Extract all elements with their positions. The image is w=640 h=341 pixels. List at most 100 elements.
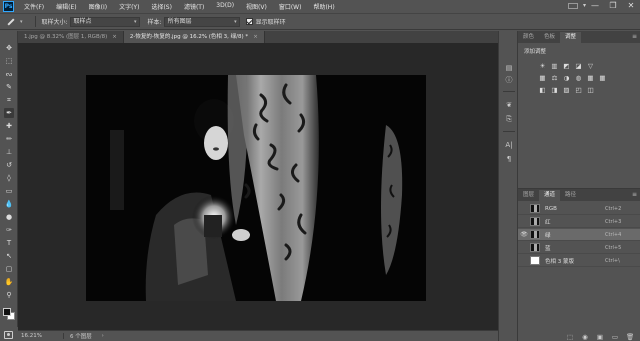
adjustment-icon[interactable]: ▦ — [586, 74, 595, 82]
visibility-eye-icon[interactable] — [518, 216, 530, 228]
eraser-icon[interactable]: ◊ — [4, 173, 14, 183]
gradient-icon[interactable]: ▭ — [4, 186, 14, 196]
document-image[interactable] — [86, 75, 426, 301]
right-panel-dock: 颜色 色板 调整 ≡ 添加调整 ☀ ▥ ◩ ◪ ▽ ▦ ⚖ ◑ ◍ ▦ ▦ ◧ ◨ ▨ ◰ ◫ 图层 通道 路径 ≡ ⬚ ◉… — [518, 31, 640, 341]
minimize-button[interactable]: — — [590, 1, 600, 11]
brush-preset-icon[interactable]: ❦ — [504, 101, 514, 110]
paragraph-icon[interactable]: ¶ — [504, 155, 514, 164]
adjustment-icon[interactable]: ▦ — [538, 74, 547, 82]
status-menu-arrow[interactable]: › — [102, 333, 104, 339]
zoom-icon[interactable]: ⚲ — [4, 290, 14, 300]
hand-icon[interactable]: ✋ — [4, 277, 14, 287]
channel-name: 绿 — [545, 232, 551, 239]
workspace-icon[interactable] — [568, 3, 578, 9]
move-icon[interactable]: ✥ — [4, 43, 14, 53]
adjustments-panel: 颜色 色板 调整 ≡ 添加调整 ☀ ▥ ◩ ◪ ▽ ▦ ⚖ ◑ ◍ ▦ ▦ ◧ ◨ ▨ ◰ ◫ — [518, 31, 640, 186]
panel-tab[interactable]: 图层 — [518, 190, 539, 201]
channel-row[interactable]: 色相 3 蒙版 Ctrl+\ — [518, 255, 640, 267]
character-icon[interactable]: A| — [504, 141, 514, 150]
save-selection-channel-icon[interactable]: ◉ — [581, 333, 589, 341]
eyedropper-preset-icon[interactable] — [4, 16, 18, 27]
delete-channel-icon[interactable]: 🗑 — [626, 333, 634, 341]
close-tab-icon[interactable]: × — [253, 31, 258, 43]
menu-item-4[interactable]: 选择(S) — [145, 2, 178, 11]
adjustment-icon[interactable]: ◑ — [562, 74, 571, 82]
load-channel-selection-icon[interactable]: ⬚ — [566, 333, 574, 341]
mask-icon[interactable]: ▭ — [611, 333, 619, 341]
sample-size-select[interactable]: 取样点 ▾ — [69, 16, 140, 27]
blur-icon[interactable]: 💧 — [4, 199, 14, 209]
adjustment-icon[interactable]: ◨ — [550, 86, 559, 94]
adjustment-icon[interactable]: ◫ — [586, 86, 595, 94]
menu-item-0[interactable]: 文件(F) — [18, 2, 50, 11]
canvas-area[interactable] — [18, 43, 498, 330]
panel-menu-icon[interactable]: ≡ — [632, 33, 637, 40]
close-button[interactable]: ✕ — [626, 1, 636, 11]
document-tab[interactable]: 1.jpg @ 8.32% (图层 1, RGB/8) × — [18, 31, 124, 43]
clone-stamp-icon[interactable]: ⊥ — [4, 147, 14, 157]
workspace-dropdown-arrow[interactable]: ▾ — [583, 2, 586, 9]
menu-item-9[interactable]: 帮助(H) — [307, 2, 340, 11]
new-channel-icon[interactable]: ▣ — [596, 333, 604, 341]
menu-item-7[interactable]: 视图(V) — [240, 2, 273, 11]
panel-tab[interactable]: 颜色 — [518, 32, 539, 43]
adjustment-icon[interactable]: ▽ — [586, 62, 595, 70]
quick-mask-icon[interactable] — [4, 331, 13, 339]
menu-item-5[interactable]: 滤镜(T) — [178, 2, 210, 11]
type-icon[interactable]: T — [4, 238, 14, 248]
channel-row[interactable]: 红 Ctrl+3 — [518, 216, 640, 228]
panel-tab[interactable]: 色板 — [539, 32, 560, 43]
history-brush-icon[interactable]: ↺ — [4, 160, 14, 170]
tool-preset-dropdown-icon[interactable]: ▾ — [20, 19, 23, 25]
sample-layers-select[interactable]: 所有图层 ▾ — [163, 16, 240, 27]
info-icon[interactable]: ⓘ — [504, 76, 514, 85]
visibility-eye-icon[interactable] — [518, 242, 530, 254]
visibility-eye-icon[interactable]: 👁 — [518, 229, 530, 241]
adjustment-icon[interactable]: ☀ — [538, 62, 547, 70]
path-select-icon[interactable]: ↖ — [4, 251, 14, 261]
menu-item-1[interactable]: 编辑(E) — [50, 2, 82, 11]
channel-row[interactable]: RGB Ctrl+2 — [518, 203, 640, 215]
rectangle-icon[interactable]: ▢ — [4, 264, 14, 274]
clone-source-icon[interactable]: ⎘ — [504, 115, 514, 124]
menu-item-3[interactable]: 文字(Y) — [113, 2, 145, 11]
show-sampling-ring-checkbox[interactable] — [245, 18, 253, 25]
close-tab-icon[interactable]: × — [112, 31, 117, 43]
status-bar: 16.21% 6 个图层 › — [18, 330, 498, 341]
menu-item-8[interactable]: 窗口(W) — [273, 2, 308, 11]
adjustment-icon[interactable]: ▦ — [598, 74, 607, 82]
spot-heal-icon[interactable]: ✚ — [4, 121, 14, 131]
adjustment-icon[interactable]: ◧ — [538, 86, 547, 94]
menu-bar: Ps 文件(F) 编辑(E) 图像(I) 文字(Y) 选择(S) 滤镜(T) 3D(D) 视图… — [0, 0, 640, 13]
pen-icon[interactable]: ✑ — [4, 225, 14, 235]
document-tab[interactable]: 2-恢复的-恢复的.jpg @ 16.2% (色相 3, 绿/8) * × — [123, 31, 265, 43]
zoom-level[interactable]: 16.21% — [18, 333, 64, 339]
menu-item-6[interactable]: 3D(D) — [210, 2, 240, 11]
quick-select-icon[interactable]: ✎ — [4, 82, 14, 92]
visibility-eye-icon[interactable] — [518, 255, 530, 267]
adjustment-icon[interactable]: ▨ — [562, 86, 571, 94]
eyedropper-icon[interactable]: ✒ — [4, 108, 14, 118]
lasso-icon[interactable]: ᔓ — [4, 69, 14, 79]
maximize-button[interactable]: ❐ — [608, 1, 618, 11]
brush-icon[interactable]: ✏ — [4, 134, 14, 144]
channel-row[interactable]: 蓝 Ctrl+5 — [518, 242, 640, 254]
adjustment-icon[interactable]: ◰ — [574, 86, 583, 94]
marquee-icon[interactable]: ⬚ — [4, 56, 14, 66]
histogram-icon[interactable]: ▤ — [504, 64, 514, 73]
panel-tab[interactable]: 路径 — [560, 190, 581, 201]
crop-icon[interactable]: ⌗ — [4, 95, 14, 105]
dodge-icon[interactable]: ● — [4, 212, 14, 222]
adjustment-icon[interactable]: ◩ — [562, 62, 571, 70]
adjustment-icon[interactable]: ⚖ — [550, 74, 559, 82]
foreground-color-swatch[interactable] — [3, 308, 11, 316]
panel-tab[interactable]: 通道 — [539, 190, 561, 201]
visibility-eye-icon[interactable] — [518, 203, 530, 215]
adjustment-icon[interactable]: ◍ — [574, 74, 583, 82]
panel-menu-icon[interactable]: ≡ — [632, 191, 637, 198]
menu-item-2[interactable]: 图像(I) — [83, 2, 113, 11]
channel-row[interactable]: 👁 绿 Ctrl+4 — [518, 229, 640, 241]
adjustment-icon[interactable]: ◪ — [574, 62, 583, 70]
adjustment-icon[interactable]: ▥ — [550, 62, 559, 70]
panel-tab[interactable]: 调整 — [560, 32, 582, 43]
